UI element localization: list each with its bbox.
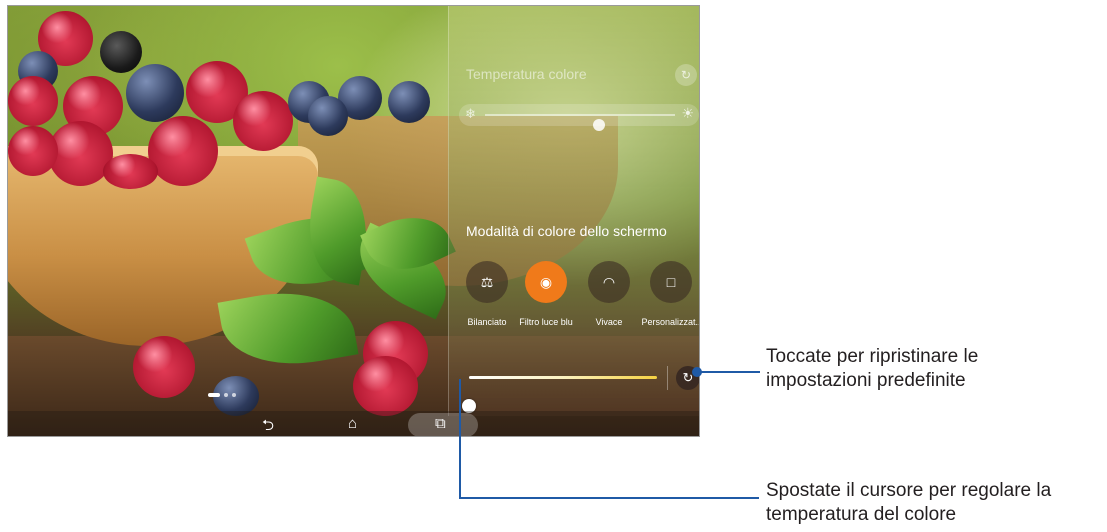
custom-screen-icon[interactable]: □ — [650, 261, 692, 303]
color-temperature-title: Temperatura colore — [466, 66, 587, 82]
callout-reset-text: Toccate per ripristinare le impostazioni… — [766, 346, 979, 391]
mode-label: Personalizzat.. — [641, 317, 700, 327]
mode-label: Filtro luce blu — [519, 317, 573, 327]
color-settings-panel: Temperatura colore ↻ ❄ ☀ Modalità di col… — [448, 6, 700, 416]
vivid-rainbow-icon[interactable]: ◠ — [588, 261, 630, 303]
eye-shield-icon[interactable]: ◉ — [525, 261, 567, 303]
blue-light-slider-area: ↻ — [449, 346, 699, 416]
mode-vivid[interactable]: ◠ Vivace — [576, 261, 642, 327]
temperature-slider-track — [485, 114, 675, 131]
home-icon[interactable]: ⌂ — [348, 415, 357, 432]
sun-icon: ☀ — [681, 105, 694, 121]
blue-light-slider-track[interactable] — [462, 376, 657, 413]
tablet-screen: Temperatura colore ↻ ❄ ☀ Modalità di col… — [7, 5, 700, 437]
page-indicator — [208, 393, 236, 397]
mode-balanced[interactable]: ⚖ Bilanciato — [454, 261, 520, 327]
page-dot — [232, 393, 236, 397]
callout-line — [459, 497, 759, 499]
refresh-icon[interactable]: ↻ — [675, 64, 697, 86]
recent-apps-icon[interactable]: ⧉ — [435, 415, 446, 432]
divider — [667, 366, 668, 390]
color-temperature-slider[interactable]: ❄ ☀ — [459, 104, 699, 131]
back-icon[interactable]: ⮌ — [262, 415, 274, 436]
navigation-bar: ⮌ ⌂ ⧉ — [8, 411, 699, 436]
mode-blue-light-filter[interactable]: ◉ Filtro luce blu — [513, 261, 579, 327]
color-mode-options: ⚖ Bilanciato ◉ Filtro luce blu ◠ Vivace … — [449, 261, 700, 331]
page-dot — [224, 393, 228, 397]
callout-slider-text: Spostate il cursore per regolare la temp… — [766, 480, 1052, 525]
balance-scale-icon[interactable]: ⚖ — [466, 261, 508, 303]
mode-label: Bilanciato — [467, 317, 507, 327]
page-dot — [208, 393, 220, 397]
callout-line — [459, 379, 461, 499]
screen-color-mode-title: Modalità di colore dello schermo — [466, 223, 667, 239]
callout-line — [700, 371, 760, 373]
mode-label: Vivace — [595, 317, 623, 327]
snowflake-icon: ❄ — [465, 106, 476, 121]
temperature-slider-thumb[interactable] — [593, 119, 605, 131]
mode-custom[interactable]: □ Personalizzat.. — [638, 261, 700, 327]
